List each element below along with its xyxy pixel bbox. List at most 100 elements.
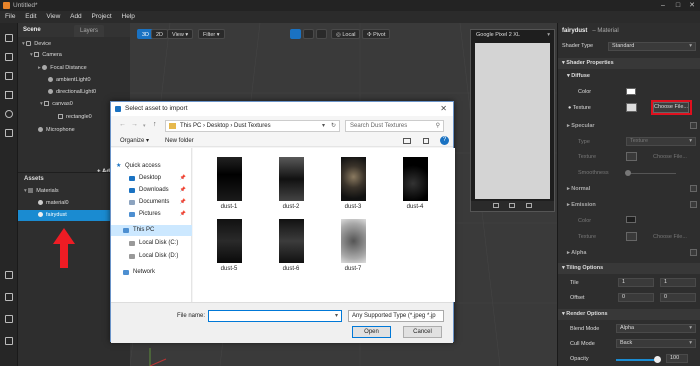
- organize-button[interactable]: Organize ▾: [120, 135, 149, 147]
- nav-network[interactable]: Network: [111, 267, 192, 278]
- login-icon[interactable]: [5, 293, 13, 301]
- offset-x-input[interactable]: 0: [618, 293, 654, 302]
- section-render-options[interactable]: ▾ Render Options: [558, 309, 700, 320]
- file-item[interactable]: dust-2: [269, 157, 313, 219]
- refresh-icon[interactable]: [5, 110, 13, 118]
- shader-type-select[interactable]: Standard: [608, 42, 696, 51]
- mode-2d-button[interactable]: 2D: [151, 29, 169, 39]
- opacity-slider[interactable]: [616, 359, 658, 361]
- help-icon[interactable]: ?: [440, 136, 449, 145]
- alpha-checkbox[interactable]: [690, 249, 697, 256]
- section-shader-properties[interactable]: ▾ Shader Properties: [558, 58, 700, 69]
- dialog-close-icon[interactable]: ✕: [440, 102, 447, 116]
- menu-help[interactable]: Help: [122, 11, 135, 23]
- asset-fairydust[interactable]: fairydust: [18, 210, 110, 221]
- nav-this-pc[interactable]: This PC: [111, 225, 192, 236]
- new-folder-button[interactable]: New folder: [165, 135, 194, 147]
- rotate-device-icon[interactable]: [526, 203, 532, 208]
- tree-node-canvas[interactable]: ▾ canvas0: [40, 100, 73, 108]
- file-item[interactable]: dust-7: [331, 219, 375, 281]
- scale-tool-icon[interactable]: [316, 29, 327, 39]
- export-icon[interactable]: [5, 315, 13, 323]
- cull-mode-select[interactable]: Back: [616, 339, 696, 348]
- nav-documents[interactable]: Documents 📌: [111, 197, 192, 208]
- emission-color-swatch[interactable]: [626, 216, 636, 223]
- rotate-tool-icon[interactable]: [303, 29, 314, 39]
- section-specular[interactable]: ▸ Specular: [558, 122, 700, 131]
- filename-input[interactable]: ▾: [208, 310, 342, 322]
- view-dropdown[interactable]: View ▾: [167, 29, 194, 39]
- emission-checkbox[interactable]: [690, 201, 697, 208]
- section-alpha[interactable]: ▸ Alpha: [558, 249, 700, 258]
- layers-tab[interactable]: Layers: [74, 25, 105, 37]
- file-item[interactable]: dust-1: [207, 157, 251, 219]
- camera-icon[interactable]: [493, 203, 499, 208]
- up-icon[interactable]: ↑: [153, 121, 157, 128]
- diffuse-texture-swatch[interactable]: [626, 103, 637, 112]
- emission-choose-file[interactable]: Choose File...: [653, 233, 693, 242]
- specular-texture-swatch[interactable]: [626, 152, 637, 161]
- specular-checkbox[interactable]: [690, 122, 697, 129]
- tree-node-device[interactable]: ▾ Device: [22, 40, 51, 48]
- view-options-icon[interactable]: [403, 138, 411, 144]
- smoothness-slider[interactable]: [626, 173, 676, 174]
- tree-node-camera[interactable]: ▾ Camera: [30, 51, 62, 59]
- specular-type-select[interactable]: Texture: [626, 137, 696, 146]
- smoothness-slider-handle[interactable]: [625, 170, 631, 176]
- file-type-select[interactable]: Any Supported Type (*.jpeg *.jp: [348, 310, 444, 322]
- layers-icon[interactable]: [5, 53, 13, 61]
- specular-choose-file[interactable]: Choose File...: [653, 153, 693, 162]
- section-tiling-options[interactable]: ▾ Tiling Options: [558, 263, 700, 274]
- close-icon[interactable]: ✕: [685, 0, 699, 11]
- nav-local-disk-c[interactable]: Local Disk (C:): [111, 238, 192, 249]
- move-tool-icon[interactable]: [290, 29, 301, 39]
- minimize-icon[interactable]: –: [656, 0, 670, 11]
- tile-y-input[interactable]: 1: [660, 278, 696, 287]
- nav-pictures[interactable]: Pictures 📌: [111, 209, 192, 220]
- pointer-icon[interactable]: [5, 34, 13, 42]
- media-icon[interactable]: [5, 72, 13, 80]
- file-item[interactable]: dust-3: [331, 157, 375, 219]
- section-diffuse[interactable]: ▾ Diffuse: [558, 72, 700, 81]
- back-icon[interactable]: ←: [119, 121, 126, 128]
- preview-pane-icon[interactable]: [423, 138, 429, 144]
- tree-node-focal-distance[interactable]: ▸ Focal Distance: [38, 64, 87, 72]
- file-item[interactable]: dust-6: [269, 219, 313, 281]
- section-emission[interactable]: ▸ Emission: [558, 201, 700, 210]
- asset-folder-materials[interactable]: ▾ Materials: [24, 187, 59, 195]
- tree-node-directionallight[interactable]: directionalLight0: [48, 88, 96, 96]
- tile-x-input[interactable]: 1: [618, 278, 654, 287]
- nav-quick-access[interactable]: ★ Quick access: [111, 161, 192, 172]
- asset-material0[interactable]: material0: [38, 199, 69, 207]
- screen-icon[interactable]: [509, 203, 515, 208]
- forward-icon[interactable]: →: [131, 121, 138, 128]
- open-button[interactable]: Open: [352, 326, 391, 338]
- file-item[interactable]: dust-4: [393, 157, 437, 219]
- emission-texture-swatch[interactable]: [626, 232, 637, 241]
- pivot-button[interactable]: ✣ Pivot: [362, 29, 391, 39]
- section-normal[interactable]: ▸ Normal: [558, 185, 700, 194]
- nav-desktop[interactable]: Desktop 📌: [111, 173, 192, 184]
- cancel-button[interactable]: Cancel: [403, 326, 442, 338]
- grid-icon[interactable]: [5, 337, 13, 345]
- menu-file[interactable]: File: [5, 11, 15, 23]
- menu-view[interactable]: View: [46, 11, 60, 23]
- square-icon[interactable]: [5, 91, 13, 99]
- tree-node-rectangle[interactable]: rectangle0: [58, 113, 92, 121]
- normal-checkbox[interactable]: [690, 185, 697, 192]
- filter-dropdown[interactable]: Filter ▾: [198, 29, 225, 39]
- local-button[interactable]: ◎ Local: [331, 29, 361, 39]
- menu-project[interactable]: Project: [92, 11, 112, 23]
- device-name[interactable]: Google Pixel 2 XL ▾: [471, 30, 554, 41]
- code-icon[interactable]: [5, 129, 13, 137]
- blend-mode-select[interactable]: Alpha: [616, 324, 696, 333]
- menu-add[interactable]: Add: [70, 11, 82, 23]
- search-input[interactable]: Search Dust Textures ⚲: [345, 120, 444, 132]
- maximize-icon[interactable]: □: [671, 0, 685, 11]
- menu-edit[interactable]: Edit: [25, 11, 36, 23]
- file-item[interactable]: dust-5: [207, 219, 251, 281]
- address-bar[interactable]: This PC › Desktop › Dust Textures ▾ ↻: [165, 120, 340, 132]
- scene-tab[interactable]: Scene: [18, 23, 46, 37]
- opacity-slider-handle[interactable]: [654, 356, 661, 363]
- diffuse-color-swatch[interactable]: [626, 88, 636, 95]
